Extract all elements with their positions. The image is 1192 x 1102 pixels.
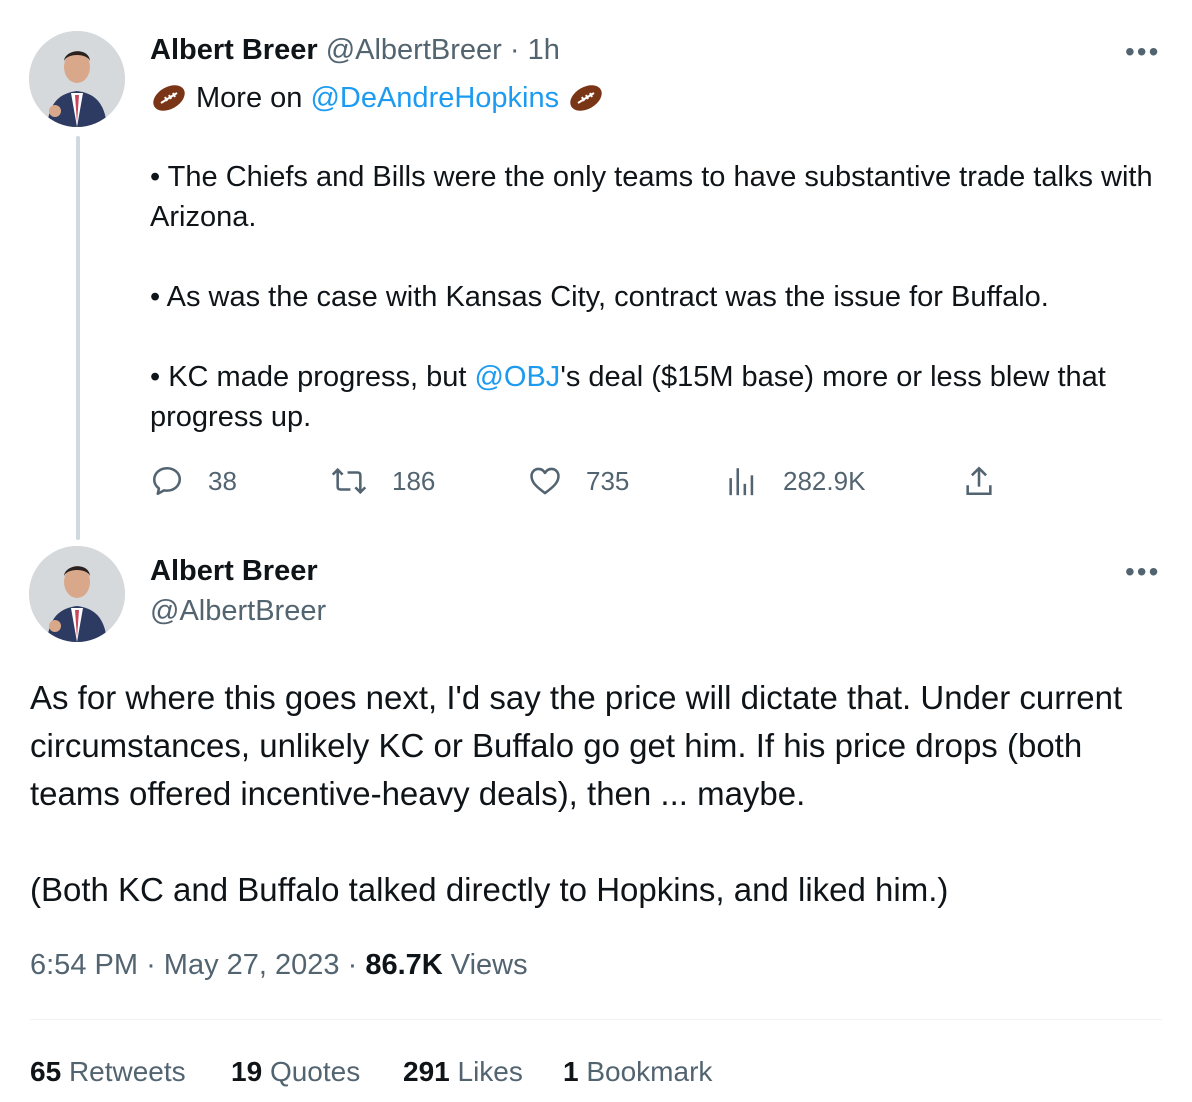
avatar-image: [29, 31, 125, 127]
author-name[interactable]: Albert Breer: [150, 555, 318, 588]
more-icon[interactable]: •••: [1125, 556, 1160, 588]
header-separator: ·: [509, 34, 520, 66]
bookmarks-count: 1: [563, 1056, 579, 1087]
share-icon: [966, 466, 992, 496]
football-icon: [570, 85, 602, 111]
retweet-icon: [331, 467, 367, 495]
tweet-meta: 6:54 PM · May 27, 2023 · 86.7K Views: [30, 949, 528, 982]
bookmarks-label: Bookmark: [586, 1056, 713, 1087]
like-icon: [530, 467, 560, 495]
football-icon: [153, 85, 185, 111]
tweet-date[interactable]: May 27, 2023: [164, 949, 340, 981]
meta-separator: ·: [347, 949, 358, 981]
tweet-time[interactable]: 6:54 PM: [30, 949, 138, 981]
share-button[interactable]: [962, 464, 1020, 498]
avatar[interactable]: [29, 546, 125, 642]
bullet-3-prefix: • KC made progress, but: [150, 361, 475, 393]
views-icon: [729, 468, 754, 496]
tweet1-line1: More on @DeAndreHopkins: [150, 78, 605, 118]
bullet-3: • KC made progress, but @OBJ's deal ($15…: [150, 357, 1160, 437]
avatar-image: [29, 546, 125, 642]
bookmarks-stat[interactable]: 1 Bookmark: [563, 1056, 712, 1088]
retweets-stat[interactable]: 65 Retweets: [30, 1056, 186, 1088]
views-count: 86.7K: [365, 949, 443, 981]
mention-deandrehopkins[interactable]: @DeAndreHopkins: [310, 78, 559, 118]
more-on-text: More on: [196, 82, 303, 114]
avatar[interactable]: [29, 31, 125, 127]
retweets-count: 65: [30, 1056, 62, 1087]
divider: [30, 1019, 1162, 1020]
quotes-count: 19: [231, 1056, 263, 1087]
reply-count: 38: [208, 465, 237, 496]
tweet-time[interactable]: 1h: [528, 34, 560, 66]
like-count: 735: [586, 465, 630, 496]
bullet-1: • The Chiefs and Bills were the only tea…: [150, 161, 1153, 233]
bullet-2: • As was the case with Kansas City, cont…: [150, 281, 1049, 313]
like-button[interactable]: 735: [528, 464, 629, 498]
reply-icon: [152, 466, 182, 496]
retweet-count: 186: [392, 465, 436, 496]
likes-count: 291: [403, 1056, 450, 1087]
views-button[interactable]: 282.9K: [725, 464, 865, 498]
author-handle[interactable]: @AlbertBreer: [150, 595, 326, 628]
author-handle[interactable]: @AlbertBreer: [326, 34, 502, 66]
thread-line: [76, 136, 80, 540]
author-name[interactable]: Albert Breer: [150, 34, 318, 66]
more-icon[interactable]: •••: [1125, 36, 1160, 68]
tweet-main-text-2: (Both KC and Buffalo talked directly to …: [30, 871, 949, 908]
views-count: 282.9K: [783, 465, 866, 496]
likes-label: Likes: [457, 1056, 523, 1087]
tweet1-header: Albert Breer @AlbertBreer · 1h: [150, 34, 560, 67]
meta-separator: ·: [146, 949, 156, 981]
retweets-label: Retweets: [68, 1056, 186, 1087]
quotes-label: Quotes: [269, 1056, 361, 1087]
reply-button[interactable]: 38: [150, 464, 237, 498]
views-label: Views: [450, 949, 528, 981]
likes-stat[interactable]: 291 Likes: [403, 1056, 523, 1088]
mention-obj[interactable]: @OBJ: [474, 361, 560, 393]
tweet-main-text: As for where this goes next, I'd say the…: [30, 679, 1123, 812]
quotes-stat[interactable]: 19 Quotes: [231, 1056, 360, 1088]
retweet-button[interactable]: 186: [330, 464, 435, 498]
